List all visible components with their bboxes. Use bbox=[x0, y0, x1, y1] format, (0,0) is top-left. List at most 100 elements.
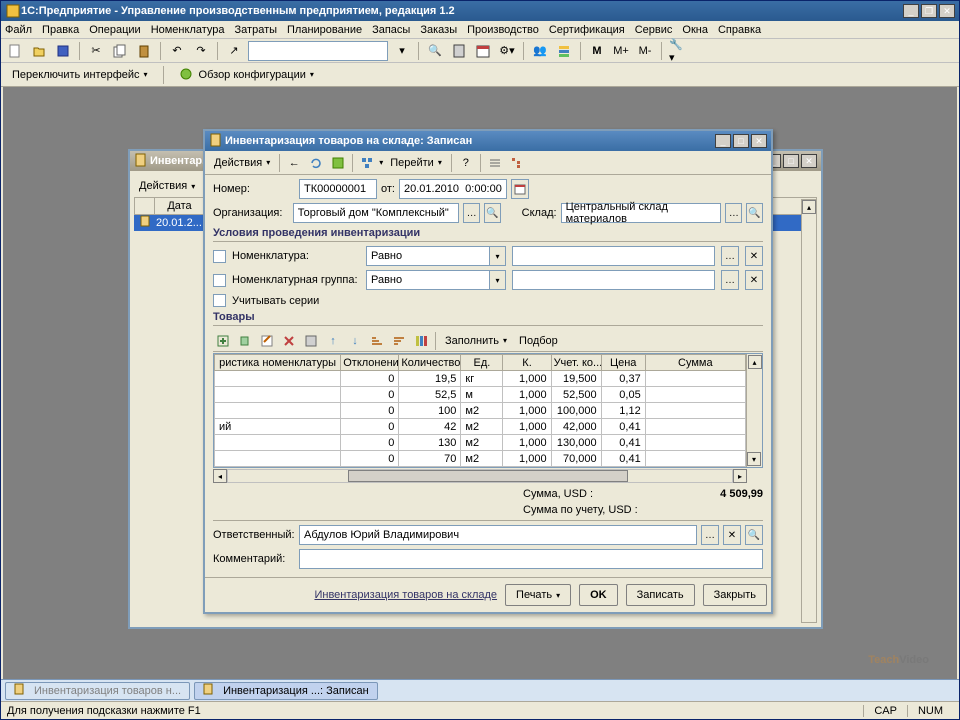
menu-operations[interactable]: Операции bbox=[89, 24, 140, 36]
col-char[interactable]: ристика номенклатуры bbox=[215, 355, 341, 371]
bg-close[interactable]: ✕ bbox=[801, 154, 817, 168]
m-minus-btn[interactable]: М- bbox=[635, 41, 655, 61]
date-picker-icon[interactable] bbox=[511, 179, 529, 199]
nomenclature-mode[interactable]: Равно▾ bbox=[366, 246, 506, 266]
open-icon[interactable] bbox=[29, 41, 49, 61]
task-item-2[interactable]: Инвентаризация ...: Записан bbox=[194, 682, 378, 700]
org-combo[interactable]: Торговый дом "Комплексный" bbox=[293, 203, 459, 223]
sort-asc-icon[interactable] bbox=[367, 331, 387, 351]
refresh-icon[interactable] bbox=[306, 153, 326, 173]
bg-col-date[interactable]: Дата bbox=[155, 198, 205, 214]
table-row[interactable]: 0100м21,000100,0001,12 bbox=[215, 403, 762, 419]
dlg-titlebar[interactable]: Инвентаризация товаров на складе: Записа… bbox=[205, 131, 771, 151]
wh-search-icon[interactable]: 🔍 bbox=[746, 203, 763, 223]
print-button[interactable]: Печать▾ bbox=[505, 584, 571, 606]
list-icon[interactable] bbox=[485, 153, 505, 173]
table-row[interactable]: 070м21,00070,0000,41 bbox=[215, 451, 762, 467]
nomenclature-value[interactable] bbox=[512, 246, 715, 266]
copy-row-icon[interactable] bbox=[235, 331, 255, 351]
dlg-actions[interactable]: Действия▾ bbox=[209, 154, 275, 172]
undo-icon[interactable]: ↶ bbox=[167, 41, 187, 61]
pick-button[interactable]: Подбор bbox=[514, 332, 563, 350]
close-button[interactable]: Закрыть bbox=[703, 584, 767, 606]
m-plus-btn[interactable]: М+ bbox=[611, 41, 631, 61]
nom-del-icon[interactable]: ✕ bbox=[745, 246, 763, 266]
paste-icon[interactable] bbox=[134, 41, 154, 61]
warehouse-combo[interactable]: Центральный склад материалов bbox=[561, 203, 722, 223]
menu-file[interactable]: Файл bbox=[5, 24, 32, 36]
minimize-button[interactable]: _ bbox=[903, 4, 919, 18]
menu-service[interactable]: Сервис bbox=[635, 24, 673, 36]
arrow-icon[interactable]: ↗ bbox=[224, 41, 244, 61]
table-row[interactable]: 052,5м1,00052,5000,05 bbox=[215, 387, 762, 403]
address-box[interactable] bbox=[248, 41, 388, 61]
cut-icon[interactable]: ✂ bbox=[86, 41, 106, 61]
menu-costs[interactable]: Затраты bbox=[235, 24, 278, 36]
restore-button[interactable]: ❐ bbox=[921, 4, 937, 18]
resp-more-icon[interactable]: … bbox=[701, 525, 719, 545]
settings-icon[interactable] bbox=[411, 331, 431, 351]
col-acc[interactable]: Учет. ко... bbox=[551, 355, 601, 371]
add-row-icon[interactable] bbox=[213, 331, 233, 351]
menu-planning[interactable]: Планирование bbox=[287, 24, 362, 36]
config-overview-button[interactable]: Обзор конфигурации▾ bbox=[174, 64, 319, 86]
m-btn[interactable]: М bbox=[587, 41, 607, 61]
tree-icon[interactable] bbox=[507, 153, 527, 173]
date-input[interactable] bbox=[399, 179, 507, 199]
wh-clear-icon[interactable]: … bbox=[725, 203, 742, 223]
col-price[interactable]: Цена bbox=[601, 355, 645, 371]
save-button[interactable]: Записать bbox=[626, 584, 695, 606]
responsible-input[interactable] bbox=[299, 525, 697, 545]
redo-icon[interactable]: ↷ bbox=[191, 41, 211, 61]
close-button[interactable]: ✕ bbox=[939, 4, 955, 18]
series-checkbox[interactable] bbox=[213, 294, 226, 307]
col-sum[interactable]: Сумма bbox=[645, 355, 745, 371]
nom-more-icon[interactable]: … bbox=[721, 246, 739, 266]
org-clear-icon[interactable]: … bbox=[463, 203, 480, 223]
delete-row-icon[interactable] bbox=[279, 331, 299, 351]
nomenclature-checkbox[interactable] bbox=[213, 250, 226, 263]
nomg-del-icon[interactable]: ✕ bbox=[745, 270, 763, 290]
table-row[interactable]: 0130м21,000130,0000,41 bbox=[215, 435, 762, 451]
finish-edit-icon[interactable] bbox=[301, 331, 321, 351]
table-row[interactable]: 019,5кг1,00019,5000,37 bbox=[215, 371, 762, 387]
new-icon[interactable] bbox=[5, 41, 25, 61]
calendar-icon[interactable] bbox=[473, 41, 493, 61]
goto-button[interactable]: Перейти▾ bbox=[385, 154, 447, 172]
col-qty[interactable]: Количество bbox=[399, 355, 461, 371]
calc-icon[interactable] bbox=[449, 41, 469, 61]
col-deviation[interactable]: Отклонение bbox=[341, 355, 399, 371]
copy-icon[interactable] bbox=[110, 41, 130, 61]
back-icon[interactable]: ← bbox=[284, 153, 304, 173]
table-hscroll[interactable]: ◂ ▸ bbox=[213, 468, 763, 484]
sort-desc-icon[interactable] bbox=[389, 331, 409, 351]
fill-button[interactable]: Заполнить▾ bbox=[440, 332, 512, 350]
gear-dd-icon[interactable]: ⚙▾ bbox=[497, 41, 517, 61]
menu-orders[interactable]: Заказы bbox=[420, 24, 457, 36]
switch-interface-button[interactable]: Переключить интерфейс▾ bbox=[7, 66, 153, 84]
col-k[interactable]: К. bbox=[503, 355, 551, 371]
dlg-close[interactable]: ✕ bbox=[751, 134, 767, 148]
nom-group-checkbox[interactable] bbox=[213, 274, 226, 287]
nom-group-mode[interactable]: Равно▾ bbox=[366, 270, 506, 290]
menu-nomenclature[interactable]: Номенклатура bbox=[151, 24, 225, 36]
menu-stocks[interactable]: Запасы bbox=[372, 24, 410, 36]
report-icon[interactable] bbox=[554, 41, 574, 61]
structure-icon[interactable] bbox=[357, 153, 377, 173]
bg-actions[interactable]: Действия▾ bbox=[134, 177, 200, 195]
move-down-icon[interactable]: ↓ bbox=[345, 331, 365, 351]
bg-scrollbar[interactable]: ▴ bbox=[801, 199, 817, 623]
task-item-1[interactable]: Инвентаризация товаров н... bbox=[5, 682, 190, 700]
col-unit[interactable]: Ед. bbox=[461, 355, 503, 371]
dlg-maximize[interactable]: □ bbox=[733, 134, 749, 148]
post-icon[interactable] bbox=[328, 153, 348, 173]
number-input[interactable] bbox=[299, 179, 377, 199]
find-icon[interactable]: 🔍 bbox=[425, 41, 445, 61]
dlg-minimize[interactable]: _ bbox=[715, 134, 731, 148]
menu-cert[interactable]: Сертификация bbox=[549, 24, 625, 36]
edit-row-icon[interactable] bbox=[257, 331, 277, 351]
footer-link[interactable]: Инвентаризация товаров на складе bbox=[314, 589, 497, 601]
table-row[interactable]: ий042м21,00042,0000,41 bbox=[215, 419, 762, 435]
comment-input[interactable] bbox=[299, 549, 763, 569]
resp-search-icon[interactable]: 🔍 bbox=[745, 525, 763, 545]
